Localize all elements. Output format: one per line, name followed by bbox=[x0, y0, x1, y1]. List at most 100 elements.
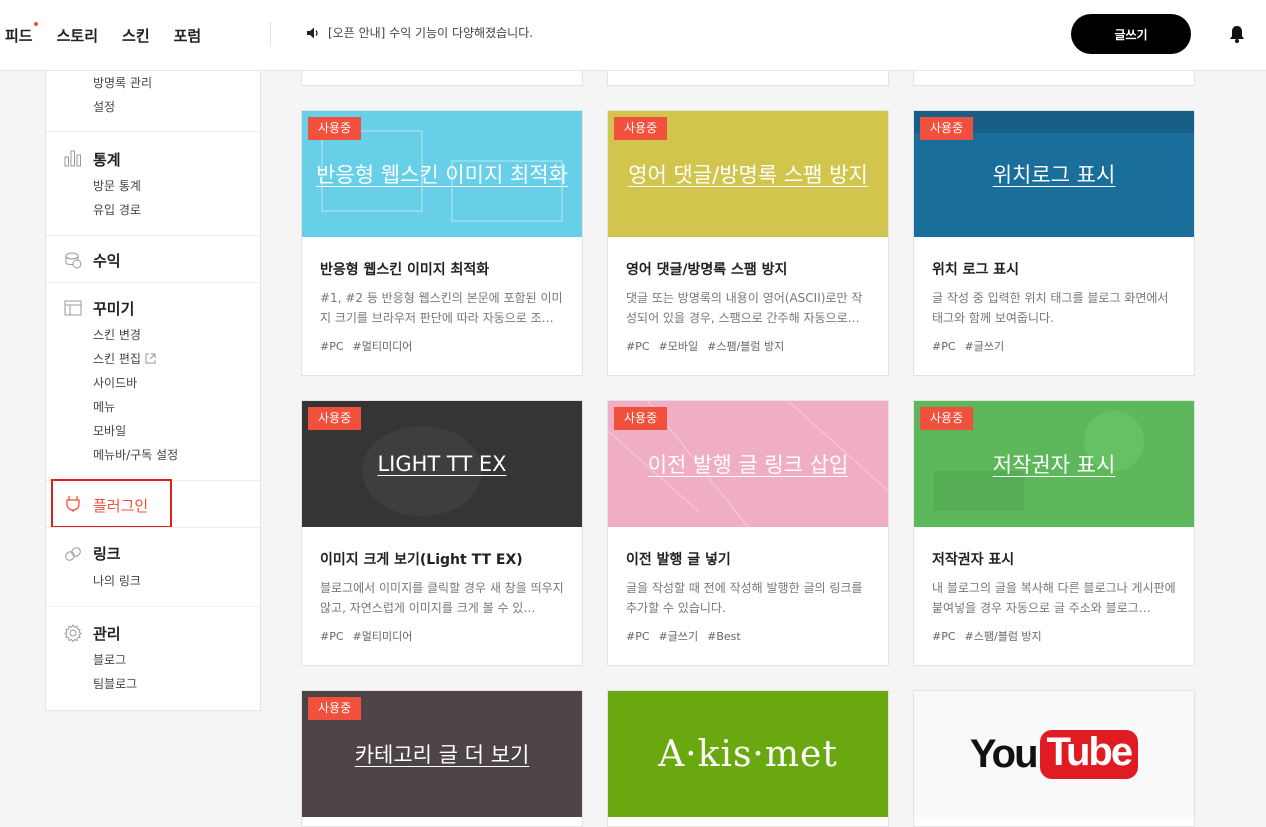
card-body: 위치 로그 표시 글 작성 중 입력한 위치 태그를 블로그 화면에서 태그와 … bbox=[914, 237, 1194, 375]
card-tags: #PC #글쓰기 bbox=[932, 338, 1176, 354]
header-divider bbox=[270, 22, 271, 46]
top-header: 피드 스토리 스킨 포럼 [오픈 안내] 수익 기능이 다양해졌습니다. 글쓰기 bbox=[0, 0, 1266, 71]
plugin-card-category-more[interactable]: 사용중 카테고리 글 더 보기 bbox=[301, 690, 583, 827]
card-banner: A·kis·met bbox=[608, 691, 888, 817]
in-use-badge: 사용중 bbox=[308, 117, 362, 140]
nav-skin[interactable]: 스킨 bbox=[122, 25, 150, 46]
card-description: #1, #2 등 반응형 웹스킨의 본문에 포함된 이미지 크기를 브라우저 판… bbox=[320, 291, 563, 325]
plugin-card-akismet[interactable]: A·kis·met bbox=[607, 690, 889, 827]
sidebar-item-skin-change[interactable]: 스킨 변경 bbox=[93, 326, 141, 343]
tag: #멀티미디어 bbox=[352, 340, 413, 353]
tag: #PC bbox=[320, 340, 344, 353]
card-description: 글을 작성할 때 전에 작성해 발행한 글의 링크를 추가할 수 있습니다. bbox=[626, 581, 863, 615]
plugin-card-youtube[interactable]: You Tube bbox=[913, 690, 1195, 827]
tag: #PC bbox=[320, 630, 344, 643]
plugin-card-partial bbox=[301, 71, 583, 86]
tag: #글쓰기 bbox=[964, 340, 1005, 353]
plugin-card-light-tt-ex[interactable]: 사용중 LIGHT TT EX 이미지 크게 보기(Light TT EX) 블… bbox=[301, 400, 583, 666]
sidebar-section-plugin[interactable]: 플러그인 bbox=[93, 495, 148, 516]
banner-title: 영어 댓글/방명록 스팸 방지 bbox=[628, 163, 868, 187]
layout-icon bbox=[64, 300, 82, 316]
card-title: 반응형 웹스킨 이미지 최적화 bbox=[320, 262, 490, 278]
card-description: 글 작성 중 입력한 위치 태그를 블로그 화면에서 태그와 함께 보여줍니다. bbox=[932, 291, 1169, 325]
sidebar-item-settings[interactable]: 설정 bbox=[93, 98, 115, 115]
sidebar-section-decorate[interactable]: 꾸미기 bbox=[93, 298, 134, 319]
akismet-logo: A·kis·met bbox=[658, 733, 838, 775]
in-use-badge: 사용중 bbox=[308, 407, 362, 430]
tag: #스팸/블럼 방지 bbox=[707, 340, 785, 353]
sidebar-item-visit-stats[interactable]: 방문 통계 bbox=[93, 177, 141, 194]
sidebar-item-team-blog[interactable]: 팀블로그 bbox=[93, 675, 137, 692]
notice-banner[interactable]: [오픈 안내] 수익 기능이 다양해졌습니다. bbox=[306, 24, 533, 41]
card-body: 저작권자 표시 내 블로그의 글을 복사해 다른 블로그나 게시판에 붙여넣을 … bbox=[914, 527, 1194, 665]
banner-title: 저작권자 표시 bbox=[992, 453, 1116, 477]
sidebar: 방명록 관리 설정 통계 방문 통계 유입 경로 수익 꾸미기 스킨 변경 스킨… bbox=[45, 71, 261, 711]
card-body: 반응형 웹스킨 이미지 최적화 #1, #2 등 반응형 웹스킨의 본문에 포함… bbox=[302, 237, 582, 375]
section-divider bbox=[46, 527, 260, 528]
sidebar-section-manage[interactable]: 관리 bbox=[93, 623, 121, 644]
sidebar-item-guestbook[interactable]: 방명록 관리 bbox=[93, 74, 152, 91]
sidebar-section-link[interactable]: 링크 bbox=[93, 543, 121, 564]
tag: #모바일 bbox=[658, 340, 699, 353]
in-use-badge: 사용중 bbox=[614, 117, 668, 140]
main-nav: 피드 스토리 스킨 포럼 bbox=[0, 0, 201, 70]
section-divider bbox=[46, 131, 260, 132]
youtube-logo-you: You bbox=[969, 731, 1039, 776]
section-divider bbox=[46, 606, 260, 607]
in-use-badge: 사용중 bbox=[920, 117, 974, 140]
tag: #글쓰기 bbox=[658, 630, 699, 643]
card-description: 내 블로그의 글을 복사해 다른 블로그나 게시판에 붙여넣을 경우 자동으로 … bbox=[932, 581, 1176, 615]
tag: #PC bbox=[932, 340, 956, 353]
sidebar-item-referrer[interactable]: 유입 경로 bbox=[93, 201, 141, 218]
card-tags: #PC #스팸/블럼 방지 bbox=[932, 628, 1176, 644]
sidebar-item-menubar[interactable]: 메뉴바/구독 설정 bbox=[93, 446, 178, 463]
nav-story[interactable]: 스토리 bbox=[57, 25, 98, 46]
nav-feed[interactable]: 피드 bbox=[5, 21, 38, 46]
bell-icon[interactable] bbox=[1227, 24, 1247, 44]
card-banner: 사용중 반응형 웹스킨 이미지 최적화 bbox=[302, 111, 582, 237]
banner-title: 위치로그 표시 bbox=[992, 163, 1116, 187]
gear-icon bbox=[64, 624, 82, 642]
card-description: 블로그에서 이미지를 클릭할 경우 새 창을 띄우지 않고, 자연스럽게 이미지… bbox=[320, 581, 564, 615]
card-title: 이미지 크게 보기(Light TT EX) bbox=[320, 552, 523, 568]
notice-text: [오픈 안내] 수익 기능이 다양해졌습니다. bbox=[328, 26, 534, 40]
in-use-badge: 사용중 bbox=[614, 407, 668, 430]
new-indicator-dot bbox=[33, 21, 38, 26]
plugin-card-previous-post[interactable]: 사용중 이전 발행 글 링크 삽입 이전 발행 글 넣기 글을 작성할 때 전에… bbox=[607, 400, 889, 666]
banner-title: LIGHT TT EX bbox=[377, 452, 507, 476]
sidebar-section-stats[interactable]: 통계 bbox=[93, 149, 121, 170]
card-title: 위치 로그 표시 bbox=[932, 262, 1020, 278]
sidebar-item-my-link[interactable]: 나의 링크 bbox=[93, 572, 141, 589]
tag: #PC bbox=[626, 340, 650, 353]
banner-title: 카테고리 글 더 보기 bbox=[354, 743, 530, 767]
card-banner: 사용중 위치로그 표시 bbox=[914, 111, 1194, 237]
plugin-card-english-spam[interactable]: 사용중 영어 댓글/방명록 스팸 방지 영어 댓글/방명록 스팸 방지 댓글 또… bbox=[607, 110, 889, 376]
card-body: 이미지 크게 보기(Light TT EX) 블로그에서 이미지를 클릭할 경우… bbox=[302, 527, 582, 665]
card-banner: 사용중 LIGHT TT EX bbox=[302, 401, 582, 527]
sidebar-item-mobile[interactable]: 모바일 bbox=[93, 422, 126, 439]
card-banner: 사용중 이전 발행 글 링크 삽입 bbox=[608, 401, 888, 527]
banner-title: 이전 발행 글 링크 삽입 bbox=[647, 453, 849, 477]
in-use-badge: 사용중 bbox=[308, 697, 362, 720]
card-banner: 사용중 저작권자 표시 bbox=[914, 401, 1194, 527]
sidebar-item-skin-edit[interactable]: 스킨 편집 bbox=[93, 350, 156, 367]
plugin-card-copyright[interactable]: 사용중 저작권자 표시 저작권자 표시 내 블로그의 글을 복사해 다른 블로그… bbox=[913, 400, 1195, 666]
speaker-icon bbox=[307, 27, 318, 38]
write-button[interactable]: 글쓰기 bbox=[1071, 14, 1191, 54]
sidebar-item-sidebar[interactable]: 사이드바 bbox=[93, 374, 137, 391]
card-body: 이전 발행 글 넣기 글을 작성할 때 전에 작성해 발행한 글의 링크를 추가… bbox=[608, 527, 888, 665]
card-tags: #PC #멀티미디어 bbox=[320, 338, 564, 354]
sidebar-item-blog[interactable]: 블로그 bbox=[93, 651, 126, 668]
sidebar-item-menu[interactable]: 메뉴 bbox=[93, 398, 115, 415]
sidebar-section-revenue[interactable]: 수익 bbox=[93, 250, 121, 271]
plugin-card-location-log[interactable]: 사용중 위치로그 표시 위치 로그 표시 글 작성 중 입력한 위치 태그를 블… bbox=[913, 110, 1195, 376]
plugin-card-partial bbox=[913, 71, 1195, 86]
plugin-card-responsive-image[interactable]: 사용중 반응형 웹스킨 이미지 최적화 반응형 웹스킨 이미지 최적화 #1, … bbox=[301, 110, 583, 376]
link-icon bbox=[65, 547, 81, 561]
card-tags: #PC #모바일 #스팸/블럼 방지 bbox=[626, 338, 870, 354]
tag: #PC bbox=[626, 630, 650, 643]
nav-forum[interactable]: 포럼 bbox=[174, 25, 202, 46]
plugin-card-partial bbox=[607, 71, 889, 86]
youtube-logo: You Tube bbox=[969, 729, 1139, 779]
card-description: 댓글 또는 방명록의 내용이 영어(ASCII)로만 작성되어 있을 경우, 스… bbox=[626, 291, 863, 325]
